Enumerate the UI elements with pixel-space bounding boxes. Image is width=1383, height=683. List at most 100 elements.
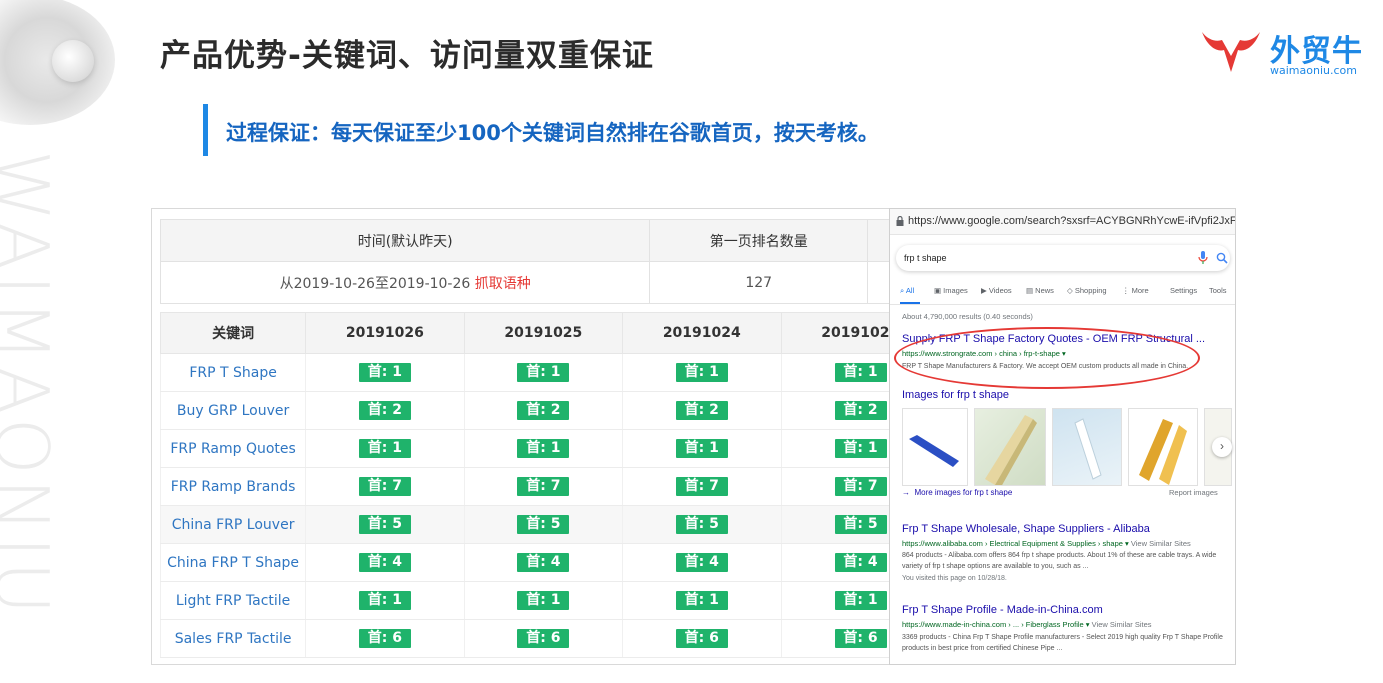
rank-badge: 首: 2 <box>834 401 887 420</box>
rank-cell: 首: 1 <box>780 581 890 620</box>
result-url[interactable]: https://www.made-in-china.com › ... › Fi… <box>902 620 1152 629</box>
carousel-next-icon[interactable]: › <box>1212 437 1232 457</box>
rank-cell: 首: 6 <box>305 619 465 658</box>
keyword-cell[interactable]: Sales FRP Tactile <box>159 619 306 658</box>
rank-cell: 首: 6 <box>780 619 890 658</box>
decorative-sphere <box>52 40 94 82</box>
rank-badge: 首: 5 <box>358 515 411 534</box>
rank-badge: 首: 1 <box>675 591 728 610</box>
rank-badge: 首: 7 <box>517 477 570 496</box>
similar-sites-link[interactable]: View Similar Sites <box>1131 539 1191 548</box>
image-thumbnail[interactable] <box>974 408 1046 486</box>
table-row: China FRP T Shape 首: 4 首: 4 首: 4 首: 4 <box>159 543 890 582</box>
google-search-input[interactable]: frp t shape <box>896 245 1230 271</box>
keyword-cell[interactable]: Buy GRP Louver <box>159 391 306 430</box>
table-row: Light FRP Tactile 首: 1 首: 1 首: 1 首: 1 <box>159 581 890 620</box>
tab-more[interactable]: ⋮ More <box>1122 286 1149 295</box>
browser-url: https://www.google.com/search?sxsrf=ACYB… <box>908 215 1236 227</box>
rank-badge: 首: 4 <box>358 553 411 572</box>
rank-badge: 首: 2 <box>517 401 570 420</box>
rank-table: 关键词 20191026 20191025 20191024 20191023 … <box>159 312 890 658</box>
keyword-cell[interactable]: Light FRP Tactile <box>159 581 306 620</box>
rank-badge: 首: 4 <box>675 553 728 572</box>
images-heading[interactable]: Images for frp t shape <box>902 389 1009 401</box>
ranking-panel: 时间(默认昨天) 第一页排名数量 从2019-10-26至2019-10-26 … <box>151 208 891 665</box>
summary-header-count: 第一页排名数量 <box>649 219 869 262</box>
rank-badge: 首: 6 <box>675 629 728 648</box>
more-images-label: More images for frp t shape <box>914 488 1013 497</box>
rank-cell: 首: 4 <box>622 543 782 582</box>
rank-badge: 首: 5 <box>834 515 887 534</box>
rank-badge: 首: 4 <box>517 553 570 572</box>
rank-badge: 首: 1 <box>358 363 411 382</box>
brand-domain: waimaoniu.com <box>1270 64 1357 77</box>
rank-cell: 首: 7 <box>622 467 782 506</box>
image-thumbnail[interactable] <box>1128 408 1198 486</box>
first-page-count: 127 <box>649 261 869 304</box>
rank-badge: 首: 2 <box>675 401 728 420</box>
tab-tools[interactable]: Tools <box>1209 286 1227 295</box>
highlight-circle <box>894 327 1200 389</box>
microphone-icon[interactable] <box>1198 251 1208 265</box>
rank-badge: 首: 1 <box>517 591 570 610</box>
rank-badge: 首: 6 <box>358 629 411 648</box>
table-row: Sales FRP Tactile 首: 6 首: 6 首: 6 首: 6 <box>159 619 890 658</box>
side-watermark: WAIMAONIU <box>0 150 64 619</box>
keyword-cell[interactable]: FRP Ramp Quotes <box>159 429 306 468</box>
browser-url-bar[interactable]: https://www.google.com/search?sxsrf=ACYB… <box>890 209 1236 235</box>
keyword-cell[interactable]: China FRP Louver <box>159 505 306 544</box>
search-icon[interactable] <box>1216 252 1228 264</box>
report-images-link[interactable]: Report images <box>1169 488 1218 497</box>
more-images-link[interactable]: → More images for frp t shape <box>902 488 1012 497</box>
result-title[interactable]: Frp T Shape Profile - Made-in-China.com <box>902 604 1103 616</box>
date-range: 从2019-10-26至2019-10-26 <box>279 275 471 292</box>
blue-profile-image <box>909 435 959 467</box>
tab-images[interactable]: ▣ Images <box>934 286 968 295</box>
table-row: China FRP Louver 首: 5 首: 5 首: 5 首: 5 <box>159 505 890 544</box>
summary-header-extra <box>867 219 890 262</box>
rank-badge: 首: 6 <box>517 629 570 648</box>
rank-badge: 首: 7 <box>358 477 411 496</box>
tab-videos-label: Videos <box>988 286 1012 295</box>
crawl-language-link[interactable]: 抓取语种 <box>475 276 531 292</box>
tab-all-label: All <box>905 286 915 295</box>
similar-sites-link[interactable]: View Similar Sites <box>1092 620 1152 629</box>
rank-cell: 首: 7 <box>463 467 623 506</box>
tab-settings[interactable]: Settings <box>1170 286 1197 295</box>
bull-logo-icon <box>1202 32 1260 72</box>
tab-videos[interactable]: ▶ Videos <box>981 286 1012 295</box>
rank-cell: 首: 2 <box>780 391 890 430</box>
tab-news[interactable]: ▤ News <box>1026 286 1054 295</box>
rank-badge: 首: 6 <box>834 629 887 648</box>
rank-cell: 首: 6 <box>622 619 782 658</box>
tabs-divider <box>890 304 1235 305</box>
rank-cell: 首: 1 <box>780 429 890 468</box>
image-thumbnail[interactable] <box>1052 408 1122 486</box>
tab-all[interactable]: ⌕ All <box>900 286 914 296</box>
result-url[interactable]: https://www.alibaba.com › Electrical Equ… <box>902 539 1191 548</box>
rank-badge: 首: 1 <box>675 439 728 458</box>
result-title[interactable]: Frp T Shape Wholesale, Shape Suppliers -… <box>902 523 1150 535</box>
tab-news-label: News <box>1035 286 1054 295</box>
rank-badge: 首: 1 <box>358 591 411 610</box>
rank-badge: 首: 1 <box>834 363 887 382</box>
rank-badge: 首: 7 <box>834 477 887 496</box>
rank-badge: 首: 1 <box>834 591 887 610</box>
tab-shopping-label: Shopping <box>1074 286 1107 295</box>
keyword-cell[interactable]: China FRP T Shape <box>159 543 306 582</box>
summary-date-cell: 从2019-10-26至2019-10-26 抓取语种 <box>159 261 651 304</box>
rank-cell: 首: 1 <box>463 353 623 392</box>
image-carousel <box>902 408 1232 490</box>
col-header-date: 20191023 <box>780 312 890 354</box>
keyword-cell[interactable]: FRP T Shape <box>159 353 306 392</box>
rank-cell: 首: 4 <box>780 543 890 582</box>
result-url-text: https://www.made-in-china.com › ... › Fi… <box>902 620 1090 629</box>
rank-table-body: FRP T Shape 首: 1 首: 1 首: 1 首: 1 Buy GRP Louve… <box>159 353 890 658</box>
rank-cell: 首: 7 <box>305 467 465 506</box>
keyword-cell[interactable]: FRP Ramp Brands <box>159 467 306 506</box>
tab-shopping[interactable]: ◇ Shopping <box>1067 286 1107 295</box>
rank-badge: 首: 1 <box>834 439 887 458</box>
image-thumbnail[interactable] <box>902 408 968 486</box>
tab-images-label: Images <box>943 286 968 295</box>
brand-logo: 外贸牛 waimaoniu.com <box>1200 24 1375 84</box>
